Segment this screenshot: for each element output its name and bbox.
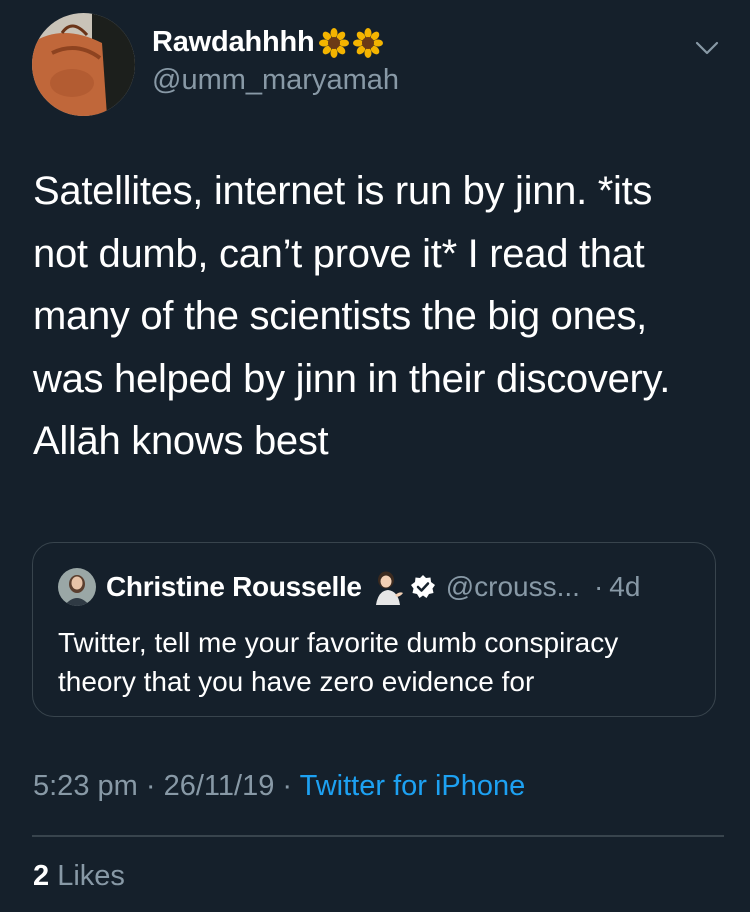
sunflower-emoji-icon — [318, 27, 349, 58]
verified-badge-icon — [410, 575, 435, 598]
tweet-source-link[interactable]: Twitter for iPhone — [300, 770, 526, 802]
quoted-author-handle: @crouss... — [445, 571, 580, 602]
separator-dot: · — [145, 770, 156, 802]
tweet-text: Satellites, internet is run by jinn. *it… — [33, 169, 671, 463]
separator-dot: · — [593, 571, 604, 602]
quoted-tweet-header: Christine Rousselle @crouss... · 4d — [58, 568, 640, 606]
author-name-row[interactable]: Rawdahhhh — [152, 26, 383, 59]
quoted-author-name: Christine Rousselle — [106, 571, 362, 602]
quoted-tweet-time: 4d — [609, 571, 641, 602]
tweet-time: 5:23 pm — [33, 770, 138, 802]
likes-label: Likes — [57, 860, 125, 892]
author-handle[interactable]: @umm_maryamah — [152, 64, 399, 97]
likes-count: 2 — [33, 860, 50, 892]
quoted-author-avatar — [58, 568, 96, 606]
tweet-meta: 5:23 pm · 26/11/19 · Twitter for iPhone — [33, 770, 525, 803]
divider — [32, 835, 724, 837]
likes-row[interactable]: 2 Likes — [33, 860, 125, 893]
author-avatar[interactable] — [32, 13, 135, 116]
separator-dot: · — [282, 770, 293, 802]
sunflower-emoji-icon — [352, 27, 383, 58]
tweet-date[interactable]: 26/11/19 — [164, 770, 275, 802]
woman-tipping-hand-emoji-icon — [375, 571, 403, 605]
quoted-tweet-card[interactable]: Christine Rousselle @crouss... · 4d Twit… — [32, 542, 716, 717]
author-display-name[interactable]: Rawdahhhh — [152, 26, 315, 59]
quoted-tweet-text: Twitter, tell me your favorite dumb cons… — [58, 627, 619, 697]
chevron-down-icon[interactable] — [692, 33, 722, 63]
